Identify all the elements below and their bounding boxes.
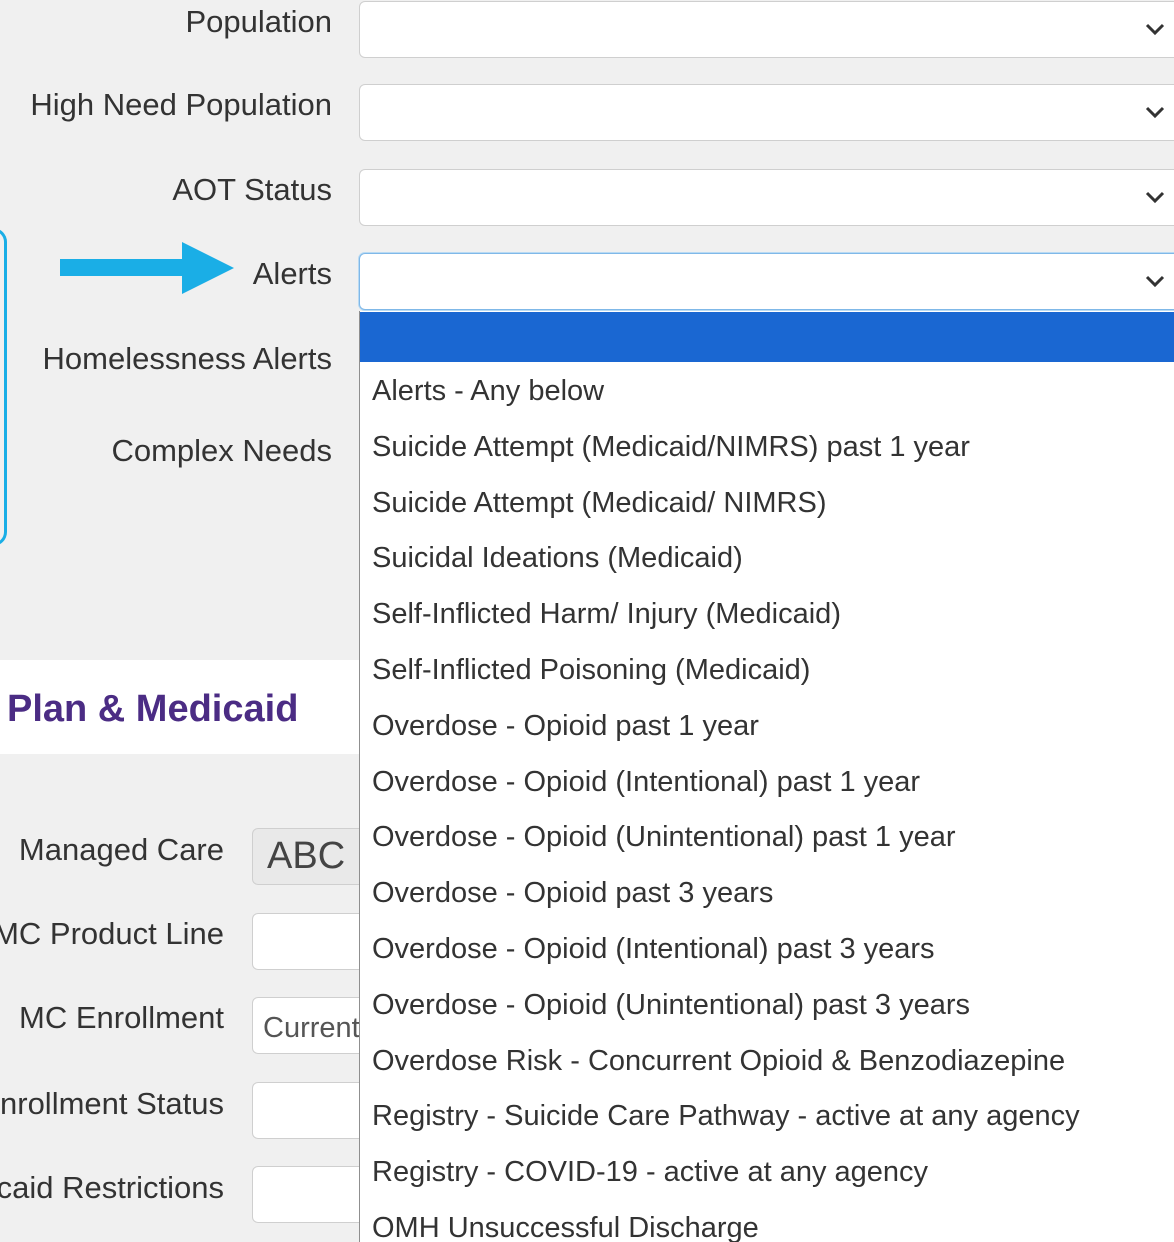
- aot-status-select[interactable]: [359, 169, 1174, 226]
- dropdown-option[interactable]: Overdose - Opioid (Intentional) past 1 y…: [360, 753, 1174, 809]
- arrow-right-icon: [60, 242, 234, 294]
- dropdown-option-blank-selected[interactable]: [360, 312, 1174, 362]
- dropdown-option[interactable]: Suicide Attempt (Medicaid/NIMRS) past 1 …: [360, 418, 1174, 474]
- dropdown-option[interactable]: Self-Inflicted Harm/ Injury (Medicaid): [360, 585, 1174, 641]
- alerts-label: Alerts: [252, 256, 332, 291]
- chevron-down-icon: [1145, 23, 1165, 36]
- dropdown-option[interactable]: Registry - Suicide Care Pathway - active…: [360, 1087, 1174, 1143]
- high-need-population-select[interactable]: [359, 84, 1174, 141]
- homelessness-alerts-label: Homelessness Alerts: [42, 341, 332, 376]
- dropdown-option[interactable]: Suicide Attempt (Medicaid/ NIMRS): [360, 474, 1174, 530]
- dropdown-option[interactable]: Overdose - Opioid (Intentional) past 3 y…: [360, 920, 1174, 976]
- high-need-population-label: High Need Population: [30, 87, 332, 122]
- population-label: Population: [185, 4, 332, 39]
- dropdown-option[interactable]: Overdose - Opioid past 3 years: [360, 864, 1174, 920]
- dropdown-option[interactable]: Overdose - Opioid (Unintentional) past 3…: [360, 976, 1174, 1032]
- mc-product-line-label: MC Product Line: [0, 916, 224, 951]
- enrollment-status-label: Enrollment Status: [0, 1086, 224, 1121]
- dropdown-option[interactable]: Alerts - Any below: [360, 362, 1174, 418]
- managed-care-label: Managed Care: [18, 832, 224, 867]
- dropdown-option[interactable]: Self-Inflicted Poisoning (Medicaid): [360, 641, 1174, 697]
- annotation-bracket: [0, 228, 7, 546]
- chevron-down-icon: [1145, 106, 1165, 119]
- dropdown-option[interactable]: Overdose - Opioid (Unintentional) past 1…: [360, 808, 1174, 864]
- chevron-down-icon: [1145, 191, 1165, 204]
- chevron-down-icon: [1145, 275, 1165, 288]
- population-select[interactable]: [359, 1, 1174, 58]
- medicaid-restrictions-label: Medicaid Restrictions: [0, 1170, 224, 1205]
- mc-enrollment-label: MC Enrollment: [19, 1000, 224, 1035]
- page: Population High Need Population AOT Stat…: [0, 0, 1174, 1242]
- section-title: Plan & Medicaid: [7, 688, 299, 730]
- dropdown-option[interactable]: OMH Unsuccessful Discharge: [360, 1199, 1174, 1242]
- dropdown-option[interactable]: Registry - COVID-19 - active at any agen…: [360, 1143, 1174, 1199]
- complex-needs-label: Complex Needs: [111, 433, 332, 468]
- aot-status-label: AOT Status: [172, 172, 332, 207]
- alerts-dropdown-list: Alerts - Any below Suicide Attempt (Medi…: [359, 311, 1174, 1242]
- dropdown-option[interactable]: Suicidal Ideations (Medicaid): [360, 529, 1174, 585]
- dropdown-option[interactable]: Overdose - Opioid past 1 year: [360, 697, 1174, 753]
- alerts-select[interactable]: [359, 253, 1174, 310]
- dropdown-option[interactable]: Overdose Risk - Concurrent Opioid & Benz…: [360, 1032, 1174, 1088]
